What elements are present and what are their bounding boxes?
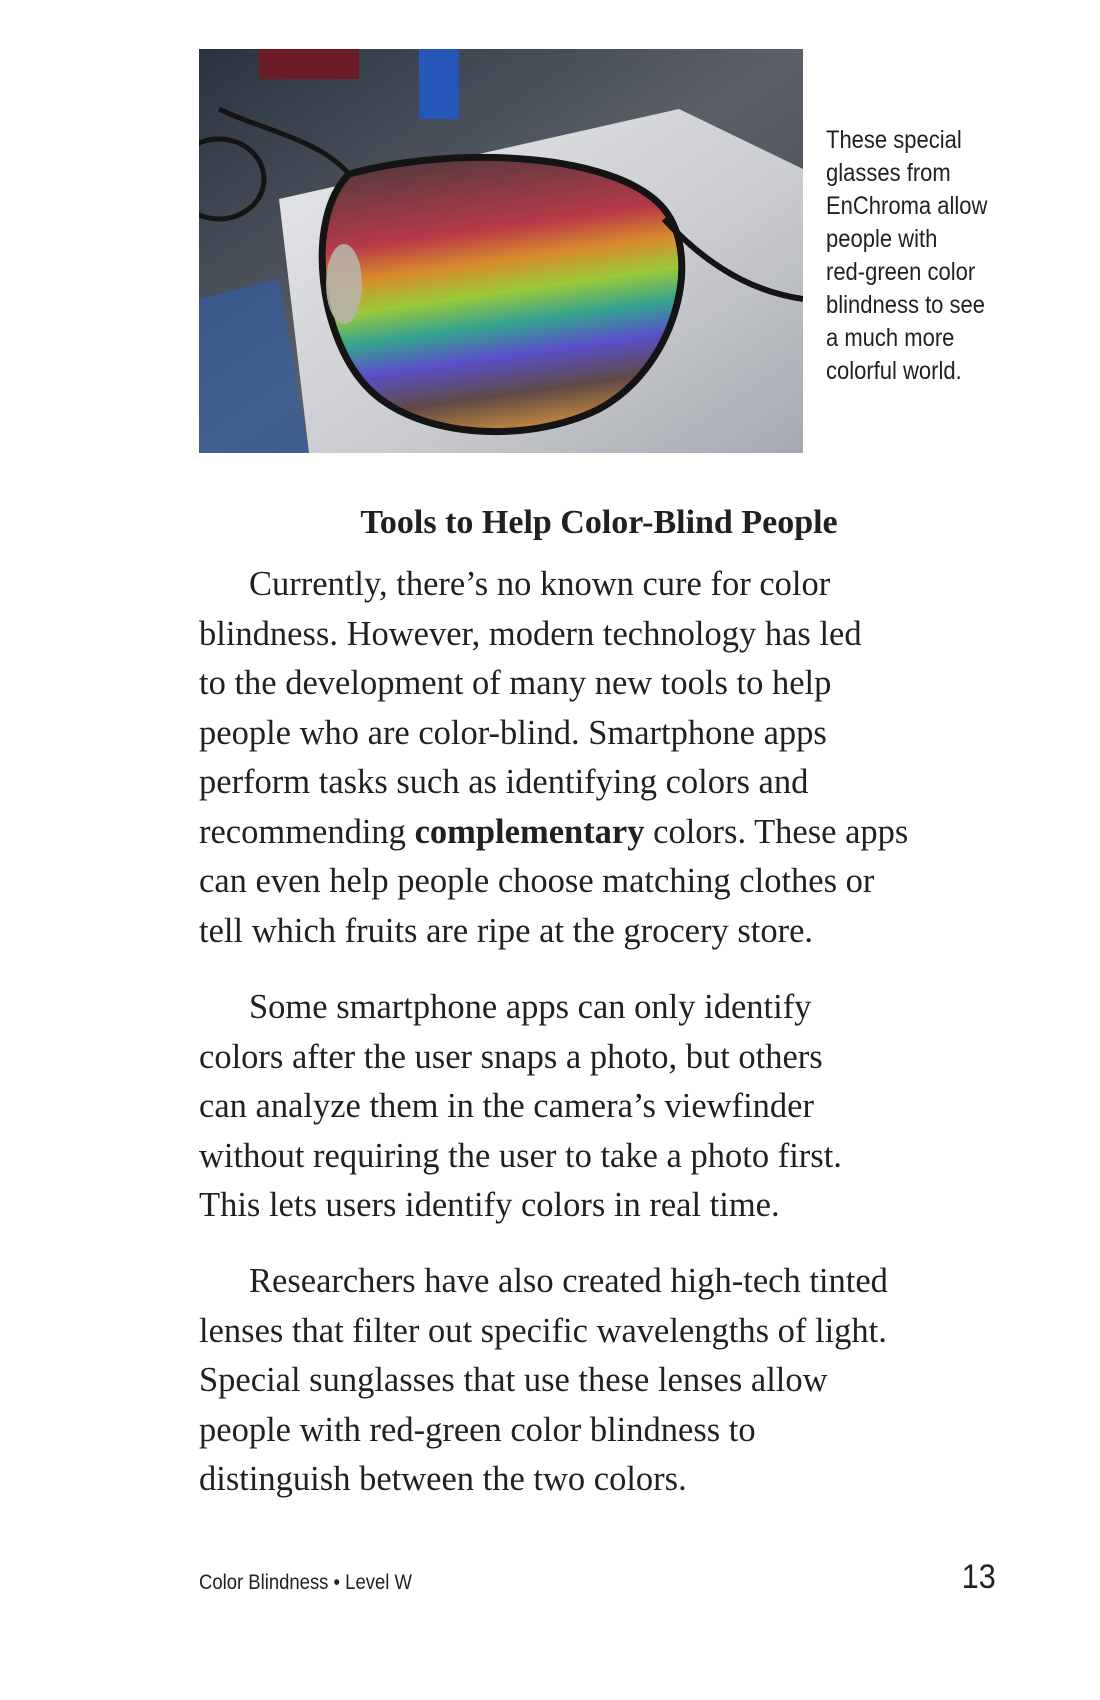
caption-line: people with bbox=[826, 225, 938, 253]
paragraph-line: can analyze them in the camera’s viewfin… bbox=[199, 1087, 814, 1125]
page-number: 13 bbox=[961, 1558, 996, 1596]
paragraph-line: colors after the user snaps a photo, but… bbox=[199, 1037, 823, 1076]
text-run: colors. These apps bbox=[644, 812, 909, 851]
paragraph-line: can even help people choose matching clo… bbox=[199, 862, 875, 900]
paragraph-line: Special sunglasses that use these lenses… bbox=[199, 1361, 828, 1399]
caption-line: EnChroma allow bbox=[826, 192, 988, 220]
paragraph-line: This lets users identify colors in real … bbox=[199, 1186, 780, 1224]
paragraph-line: Some smartphone apps can only identify bbox=[249, 988, 812, 1026]
enchroma-glasses-photo bbox=[199, 49, 803, 453]
body-paragraph: Currently, there’s no known cure for col… bbox=[199, 560, 999, 956]
paragraph-line: Currently, there’s no known cure for col… bbox=[249, 565, 831, 603]
paragraph-line: people who are color-blind. Smartphone a… bbox=[199, 713, 827, 752]
paragraph-line: Researchers have also created high-tech … bbox=[249, 1262, 888, 1300]
paragraph-line: to the development of many new tools to … bbox=[199, 664, 832, 702]
section-heading: Tools to Help Color-Blind People bbox=[360, 504, 838, 541]
paragraph-line: perform tasks such as identifying colors… bbox=[199, 763, 809, 801]
caption-line: red-green color bbox=[826, 258, 976, 286]
caption-line: colorful world. bbox=[826, 357, 962, 385]
body-paragraph: Some smartphone apps can only identify c… bbox=[199, 983, 999, 1231]
paragraph-line: distinguish between the two colors. bbox=[199, 1460, 687, 1498]
caption-line: blindness to see bbox=[826, 291, 986, 319]
paragraph-line: blindness. However, modern technology ha… bbox=[199, 614, 862, 653]
body-paragraph: Researchers have also created high-tech … bbox=[199, 1257, 999, 1505]
book-title-footer: Color Blindness • Level W bbox=[199, 1571, 412, 1594]
vocabulary-term: complementary bbox=[414, 812, 645, 851]
paragraph-line: lenses that filter out specific waveleng… bbox=[199, 1311, 887, 1350]
photo-caption: These special glasses from EnChroma allo… bbox=[826, 124, 988, 388]
paragraph-line: people with red-green color blindness to bbox=[199, 1410, 756, 1449]
paragraph-line: tell which fruits are ripe at the grocer… bbox=[199, 911, 814, 950]
text-run: recommending bbox=[199, 812, 415, 851]
caption-line: These special bbox=[826, 126, 962, 154]
paragraph-line: recommending complementary colors. These… bbox=[199, 808, 999, 858]
paragraph-line: without requiring the user to take a pho… bbox=[199, 1136, 842, 1175]
caption-line: glasses from bbox=[826, 159, 951, 187]
glasses-illustration bbox=[199, 49, 803, 453]
caption-line: a much more bbox=[826, 324, 955, 352]
